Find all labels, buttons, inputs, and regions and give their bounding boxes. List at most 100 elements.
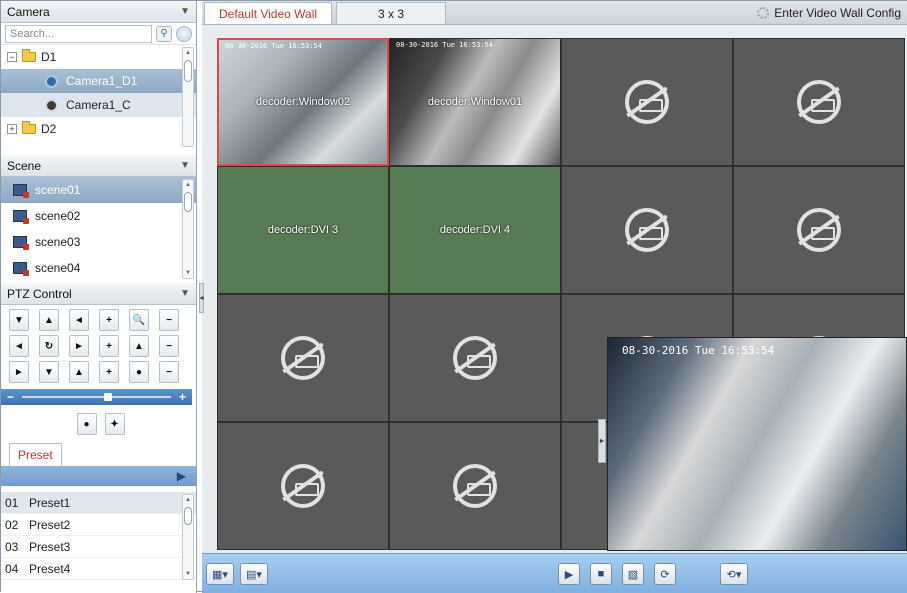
wall-cell[interactable]: [733, 166, 905, 294]
preset-number: 04: [5, 561, 19, 576]
wall-cell[interactable]: [389, 422, 561, 550]
chevron-down-icon[interactable]: ▼: [180, 288, 190, 299]
focus-far-button[interactable]: −: [159, 335, 179, 357]
preset-scrollbar[interactable]: ▲ ▼: [182, 494, 194, 580]
wall-cell[interactable]: decoder:DVI 4: [389, 166, 561, 294]
wall-cell[interactable]: [217, 294, 389, 422]
wall-cell[interactable]: [217, 422, 389, 550]
scene-item[interactable]: scene01: [1, 177, 196, 203]
scene-item[interactable]: scene02: [1, 203, 196, 229]
focus-near-button[interactable]: +: [99, 335, 119, 357]
ptz-section-header[interactable]: PTZ Control ▼: [1, 283, 196, 305]
ptz-down-left-button[interactable]: ▼: [9, 309, 29, 331]
tab-grid-layout[interactable]: 3 x 3: [336, 2, 447, 24]
video-wall-config-link[interactable]: Enter Video Wall Config: [757, 6, 901, 20]
live-preview-window[interactable]: 08-30-2016 Tue 16:53:54: [607, 337, 907, 551]
ptz-right-button[interactable]: ►: [69, 335, 89, 357]
collapse-icon[interactable]: −: [7, 52, 17, 62]
no-signal-icon: [625, 80, 669, 124]
camera-scrollbar[interactable]: ▲: [182, 47, 194, 147]
restore-menu-button[interactable]: ⟲▾: [720, 563, 748, 585]
bottom-toolbar: ▦▾ ▤▾ ▶ ■ ▧ ⟳ ⟲▾: [202, 553, 907, 593]
camera-icon: [45, 98, 58, 112]
scene-scrollbar[interactable]: ▲ ▼: [182, 179, 194, 279]
chevron-down-icon[interactable]: ▼: [180, 160, 190, 171]
tree-item-camera1-d1[interactable]: Camera1_D1: [1, 69, 196, 93]
zoom-out-button[interactable]: −: [159, 309, 179, 331]
scrollbar-thumb[interactable]: [184, 507, 192, 525]
refresh-button[interactable]: ⟳: [654, 563, 676, 585]
light-icon[interactable]: ●: [76, 413, 97, 435]
scrollbar-thumb[interactable]: [184, 60, 192, 82]
scroll-up-icon[interactable]: ▲: [183, 495, 193, 505]
stop-button[interactable]: ■: [590, 563, 612, 585]
tree-item-camera1-c[interactable]: Camera1_C: [1, 93, 196, 117]
preset-row[interactable]: 01 Preset1: [1, 492, 196, 514]
scroll-up-icon[interactable]: ▲: [183, 180, 193, 190]
play-button[interactable]: ▶: [558, 563, 580, 585]
window-division-button[interactable]: ▦▾: [206, 563, 234, 585]
add-icon[interactable]: +: [176, 25, 192, 42]
ptz-down-button[interactable]: ▼: [39, 361, 59, 383]
preset-row[interactable]: 03 Preset3: [1, 536, 196, 558]
slider-minus-icon[interactable]: −: [7, 390, 14, 404]
wall-cell[interactable]: 08-30-2016 Tue 16:53:54 decoder:Window01: [389, 38, 561, 166]
zoom-in-button[interactable]: +: [99, 309, 119, 331]
ptz-up-right-button[interactable]: ◄: [69, 309, 89, 331]
wall-cell[interactable]: decoder:DVI 3: [217, 166, 389, 294]
preset-row[interactable]: 04 Preset4: [1, 558, 196, 580]
chevron-down-icon[interactable]: ▼: [180, 6, 190, 17]
preview-toggle-handle[interactable]: ►: [598, 419, 606, 463]
camera-icon: [45, 74, 58, 88]
preset-row[interactable]: 02 Preset2: [1, 514, 196, 536]
gear-icon: [757, 6, 770, 19]
scene-item[interactable]: scene03: [1, 229, 196, 255]
ptz-speed-slider[interactable]: − +: [1, 389, 192, 405]
ptz-up-button[interactable]: ▲: [39, 309, 59, 331]
scene-item[interactable]: scene04: [1, 255, 196, 281]
scene-icon: [13, 236, 29, 250]
search-placeholder: Search...: [10, 27, 55, 40]
zoom-icon[interactable]: 🔍: [129, 309, 149, 331]
slider-plus-icon[interactable]: +: [179, 390, 186, 404]
scroll-up-icon[interactable]: ▲: [183, 48, 193, 58]
ptz-left-button[interactable]: ◄: [9, 335, 29, 357]
auto-scan-icon[interactable]: ↻: [39, 335, 59, 357]
wall-cell[interactable]: [561, 166, 733, 294]
panel-collapse-handle[interactable]: ◄: [198, 283, 205, 313]
clear-windows-button[interactable]: ▧: [622, 563, 644, 585]
iris-icon[interactable]: ●: [129, 361, 149, 383]
screen-layout-button[interactable]: ▤▾: [240, 563, 268, 585]
scene-section-header[interactable]: Scene ▼: [1, 155, 196, 177]
wall-cell[interactable]: [733, 38, 905, 166]
scene-list: scene01 scene02 scene03 scene04 ▲ ▼: [1, 177, 196, 283]
ptz-down-left-button[interactable]: ►: [9, 361, 29, 383]
ptz-down-right-button[interactable]: ▲: [69, 361, 89, 383]
search-input[interactable]: Search...: [5, 24, 152, 43]
scrollbar-thumb[interactable]: [184, 192, 192, 212]
wall-cell[interactable]: 08-30-2016 Tue 16:53:54 decoder:Window02: [217, 38, 389, 166]
tab-preset[interactable]: Preset: [9, 443, 62, 466]
tree-item-d2[interactable]: + D2: [1, 117, 196, 141]
iris-close-button[interactable]: −: [159, 361, 179, 383]
decoder-label: decoder:Window01: [427, 96, 523, 108]
wiper-icon[interactable]: ✦: [104, 413, 125, 435]
wall-cell[interactable]: [389, 294, 561, 422]
cell-osd-timestamp: 08-30-2016 Tue 16:53:54: [225, 42, 322, 50]
scroll-down-icon[interactable]: ▼: [183, 268, 193, 278]
preset-number: 02: [5, 517, 19, 532]
decoder-label: decoder:Window02: [255, 96, 351, 108]
play-icon[interactable]: ▶: [177, 469, 186, 483]
slider-knob[interactable]: [103, 393, 112, 401]
search-icon[interactable]: ⚲: [156, 25, 172, 42]
expand-icon[interactable]: +: [7, 124, 17, 134]
iris-open-button[interactable]: +: [99, 361, 119, 383]
wall-cell[interactable]: [561, 38, 733, 166]
slider-track[interactable]: [22, 393, 171, 401]
focus-icon[interactable]: ▲: [129, 335, 149, 357]
scroll-down-icon[interactable]: ▼: [183, 569, 193, 579]
tree-item-d1[interactable]: − D1: [1, 45, 196, 69]
tab-default-video-wall[interactable]: Default Video Wall: [204, 2, 333, 24]
tree-item-label: D2: [41, 122, 57, 136]
camera-section-header[interactable]: Camera ▼: [1, 1, 196, 23]
